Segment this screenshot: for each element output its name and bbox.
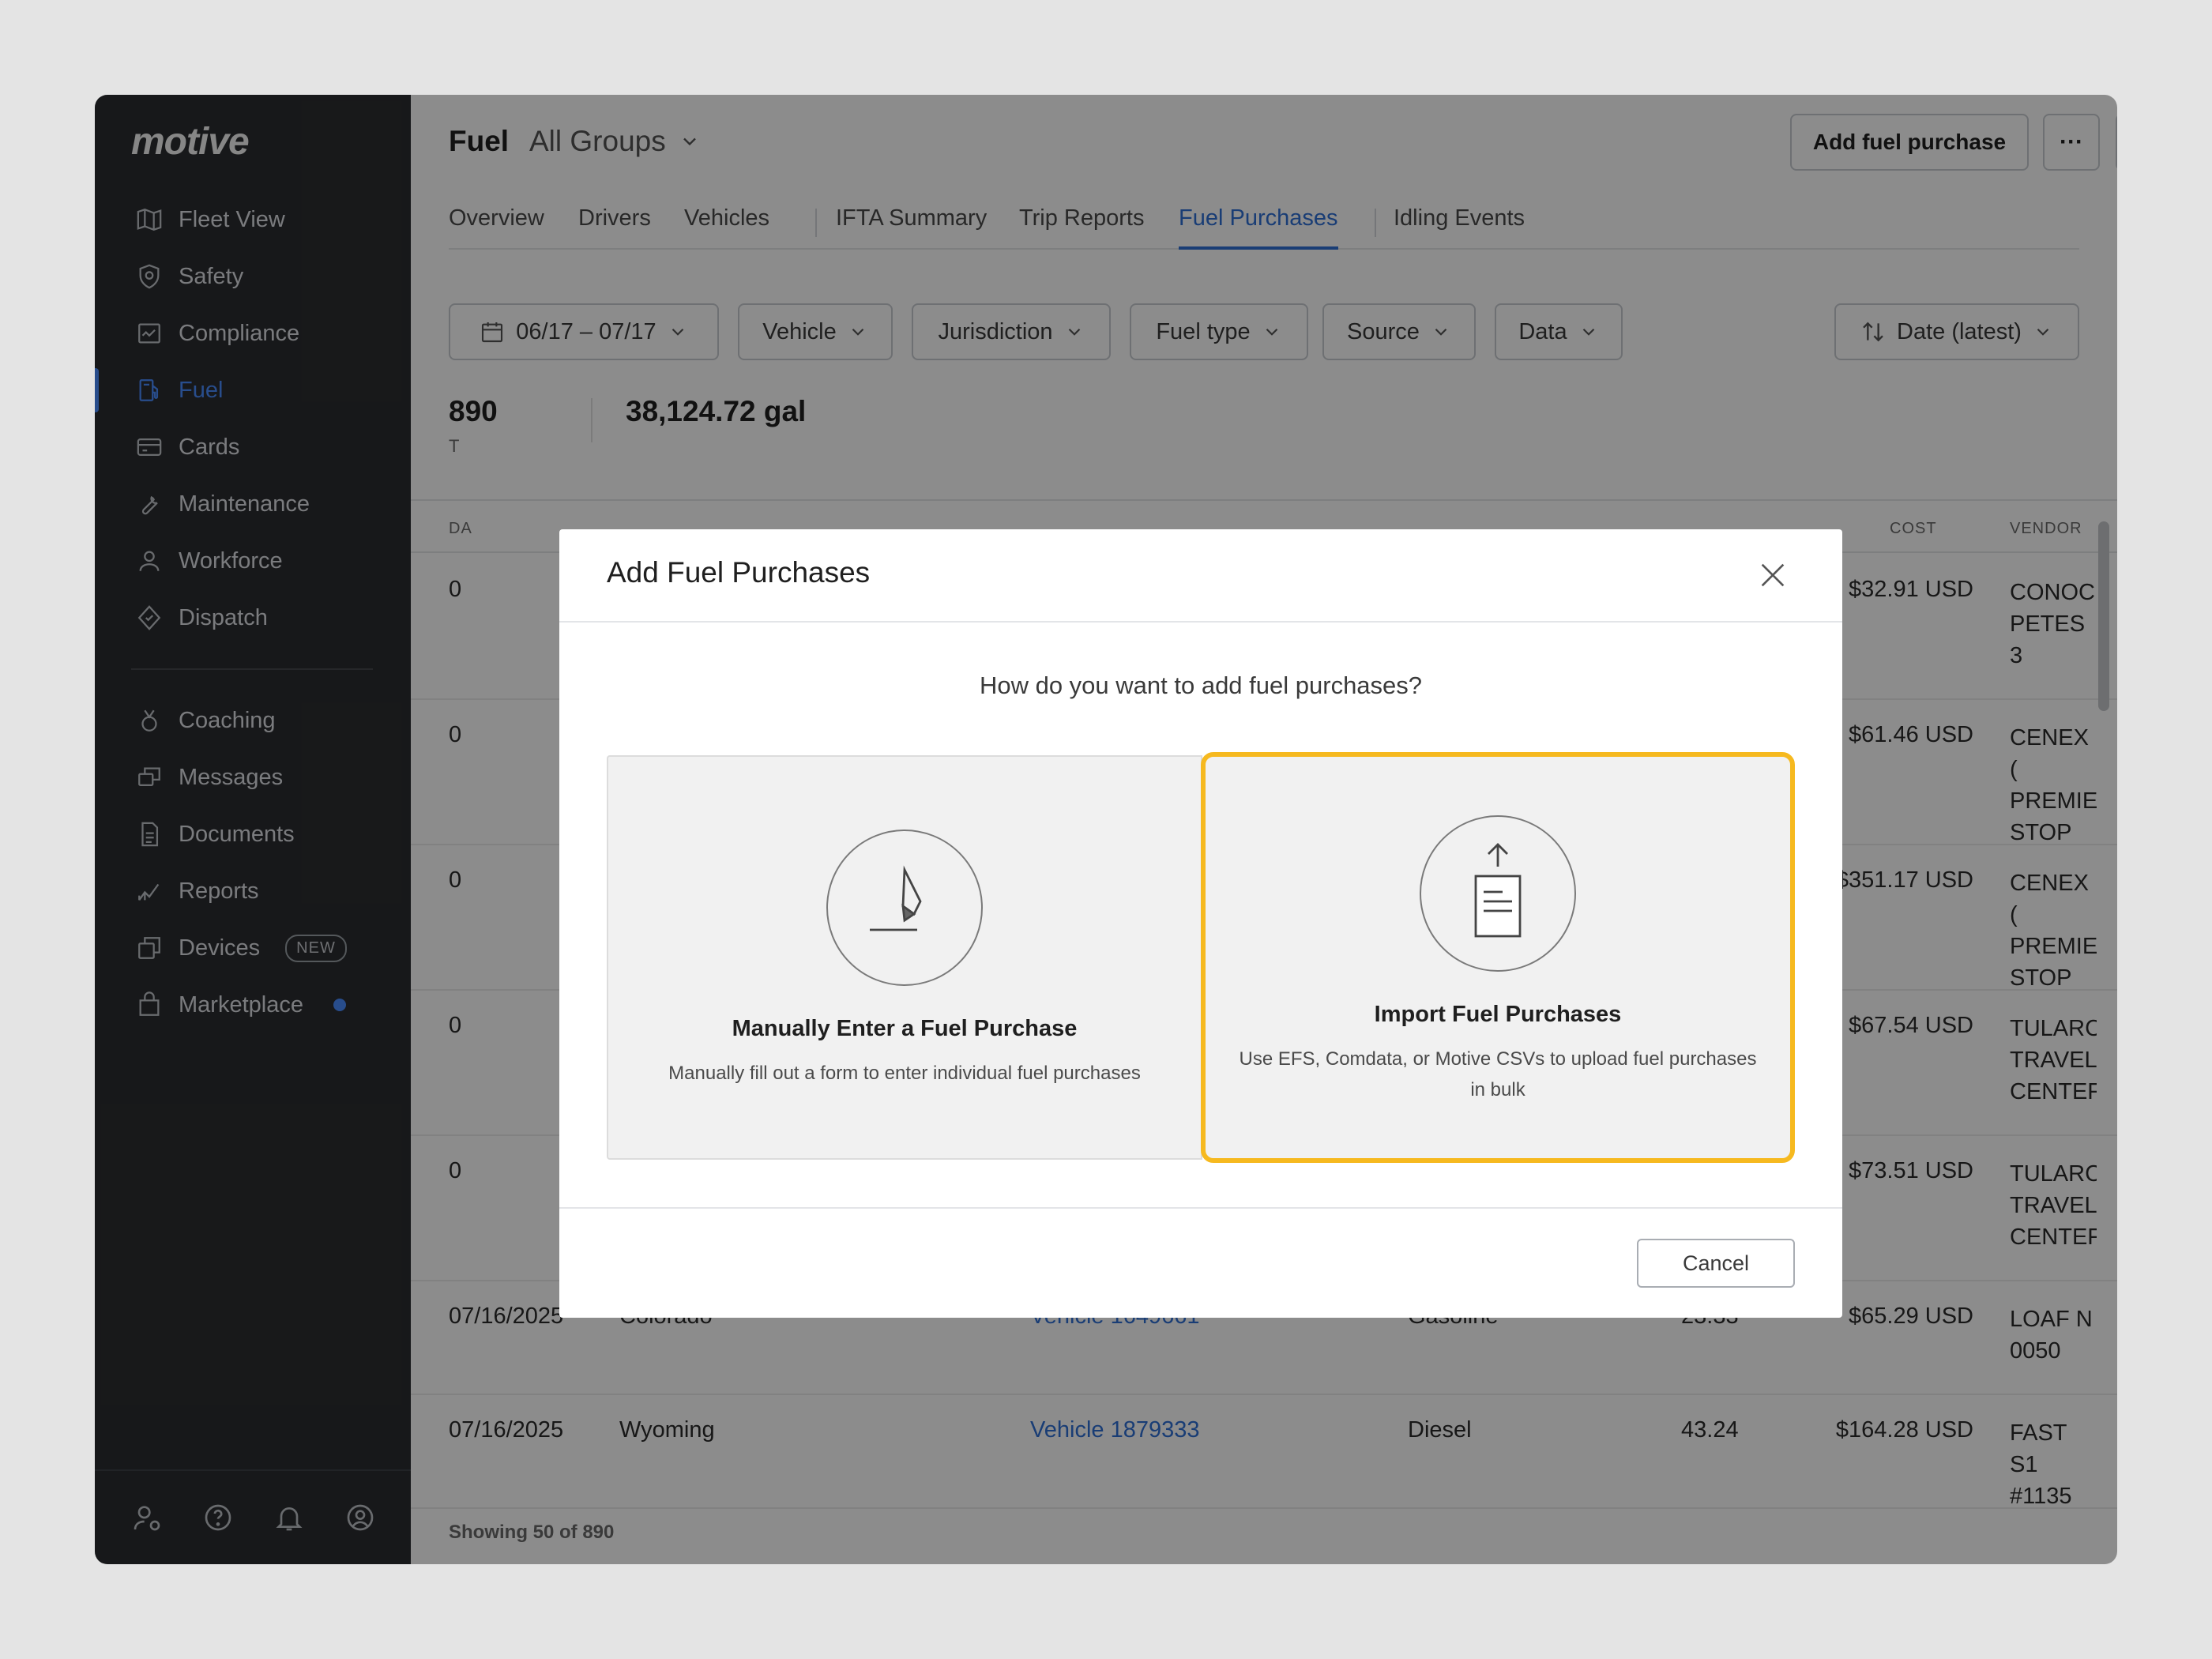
manual-option-title: Manually Enter a Fuel Purchase xyxy=(732,1016,1078,1041)
upload-circle xyxy=(1420,815,1576,972)
close-button[interactable] xyxy=(1757,559,1789,591)
app-window: motive Fleet View Safety Compliance Fuel… xyxy=(95,95,2117,1564)
manual-entry-option[interactable]: Manually Enter a Fuel Purchase Manually … xyxy=(607,755,1202,1160)
dialog-header: Add Fuel Purchases xyxy=(559,529,1842,623)
manual-option-description: Manually fill out a form to enter indivi… xyxy=(668,1063,1141,1084)
dialog-question: How do you want to add fuel purchases? xyxy=(979,672,1423,699)
dialog-footer: Cancel xyxy=(559,1207,1842,1318)
dialog-title: Add Fuel Purchases xyxy=(607,556,871,589)
import-option-title: Import Fuel Purchases xyxy=(1374,1002,1622,1027)
import-option[interactable]: Import Fuel Purchases Use EFS, Comdata, … xyxy=(1201,752,1795,1163)
pencil-icon xyxy=(870,865,922,931)
upload-document-icon xyxy=(1474,843,1522,938)
import-option-description: Use EFS, Comdata, or Motive CSVs to uplo… xyxy=(1239,1048,1757,1100)
close-icon xyxy=(1761,563,1785,587)
pencil-circle xyxy=(826,830,983,986)
add-fuel-purchases-dialog: Add Fuel Purchases How do you want to ad… xyxy=(559,529,1842,1318)
cancel-button[interactable]: Cancel xyxy=(1637,1239,1795,1288)
